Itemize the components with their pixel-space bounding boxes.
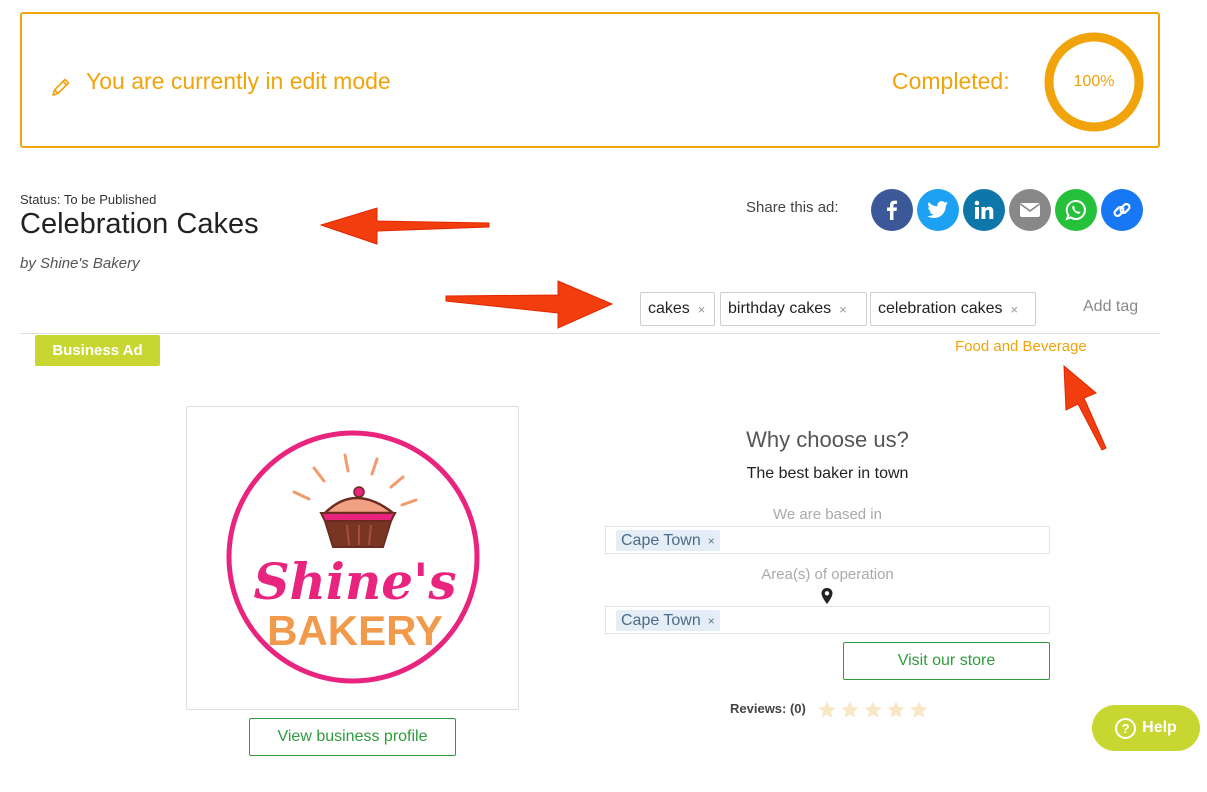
share-linkedin-button[interactable] [963,189,1005,231]
star-icon[interactable] [817,700,837,720]
facebook-icon [887,200,898,220]
reviews-label: Reviews: (0) [730,701,806,716]
link-icon [1113,202,1131,218]
linkedin-icon [974,200,994,219]
map-pin-icon [821,588,833,604]
remove-location-icon[interactable]: × [708,614,715,628]
based-in-label: We are based in [773,506,882,523]
tag-chip-cakes: cakes × [640,292,715,326]
category-link[interactable]: Food and Beverage [955,338,1087,355]
remove-tag-icon[interactable]: × [698,302,706,317]
edit-mode-text: You are currently in edit mode [86,68,391,94]
visit-store-button[interactable]: Visit our store [843,642,1050,680]
edit-mode-banner: You are currently in edit mode Completed… [20,12,1160,148]
star-icon[interactable] [909,700,929,720]
business-logo: Shine's BAKERY [186,406,519,710]
tag-label: birthday cakes [728,300,832,317]
location-chip-label: Cape Town [621,611,701,629]
star-icon[interactable] [863,700,883,720]
tag-label: celebration cakes [878,300,1003,317]
ad-title: Celebration Cakes [20,208,259,240]
ad-byline: by Shine's Bakery [20,255,140,272]
remove-tag-icon[interactable]: × [839,302,847,317]
tag-label: cakes [648,300,690,317]
pencil-icon [52,78,70,96]
tag-chip-celebration-cakes: celebration cakes × [870,292,1036,326]
share-twitter-button[interactable] [917,189,959,231]
add-tag-link[interactable]: Add tag [1083,298,1138,316]
progress-text: 100% [1073,73,1115,90]
why-choose-us-heading: Why choose us? [746,427,909,452]
share-email-button[interactable] [1009,189,1051,231]
share-whatsapp-button[interactable] [1055,189,1097,231]
why-choose-us-subtitle: The best baker in town [746,465,909,482]
share-facebook-button[interactable] [871,189,913,231]
annotation-arrow-title [319,207,490,245]
twitter-icon [927,201,948,219]
star-icon[interactable] [840,700,860,720]
view-business-profile-button[interactable]: View business profile [249,718,456,756]
completed-label: Completed: [892,68,1010,94]
logo-text-bakery: BAKERY [267,607,443,654]
email-icon [1020,203,1040,217]
share-copy-link-button[interactable] [1101,189,1143,231]
annotation-arrow-tags [445,280,614,329]
based-in-field[interactable]: Cape Town × [605,526,1050,554]
remove-location-icon[interactable]: × [708,534,715,548]
completion-progress-ring: 100% [1042,30,1146,134]
help-button[interactable]: ? Help [1092,705,1200,751]
header-divider [20,333,1160,334]
location-chip: Cape Town × [616,610,720,631]
question-icon: ? [1115,717,1137,739]
tag-chip-birthday-cakes: birthday cakes × [720,292,867,326]
location-chip: Cape Town × [616,530,720,551]
status-text: Status: To be Published [20,192,157,207]
business-ad-badge: Business Ad [35,335,160,366]
logo-text-shines: Shine's [253,552,456,611]
annotation-arrow-category [1063,364,1107,451]
location-chip-label: Cape Town [621,531,701,549]
help-label: Help [1142,719,1177,736]
area-of-operation-field[interactable]: Cape Town × [605,606,1050,634]
star-icon[interactable] [886,700,906,720]
area-of-operation-label: Area(s) of operation [761,566,894,583]
rating-stars [817,700,929,720]
share-label: Share this ad: [746,199,839,216]
remove-tag-icon[interactable]: × [1011,302,1019,317]
whatsapp-icon [1065,199,1086,221]
